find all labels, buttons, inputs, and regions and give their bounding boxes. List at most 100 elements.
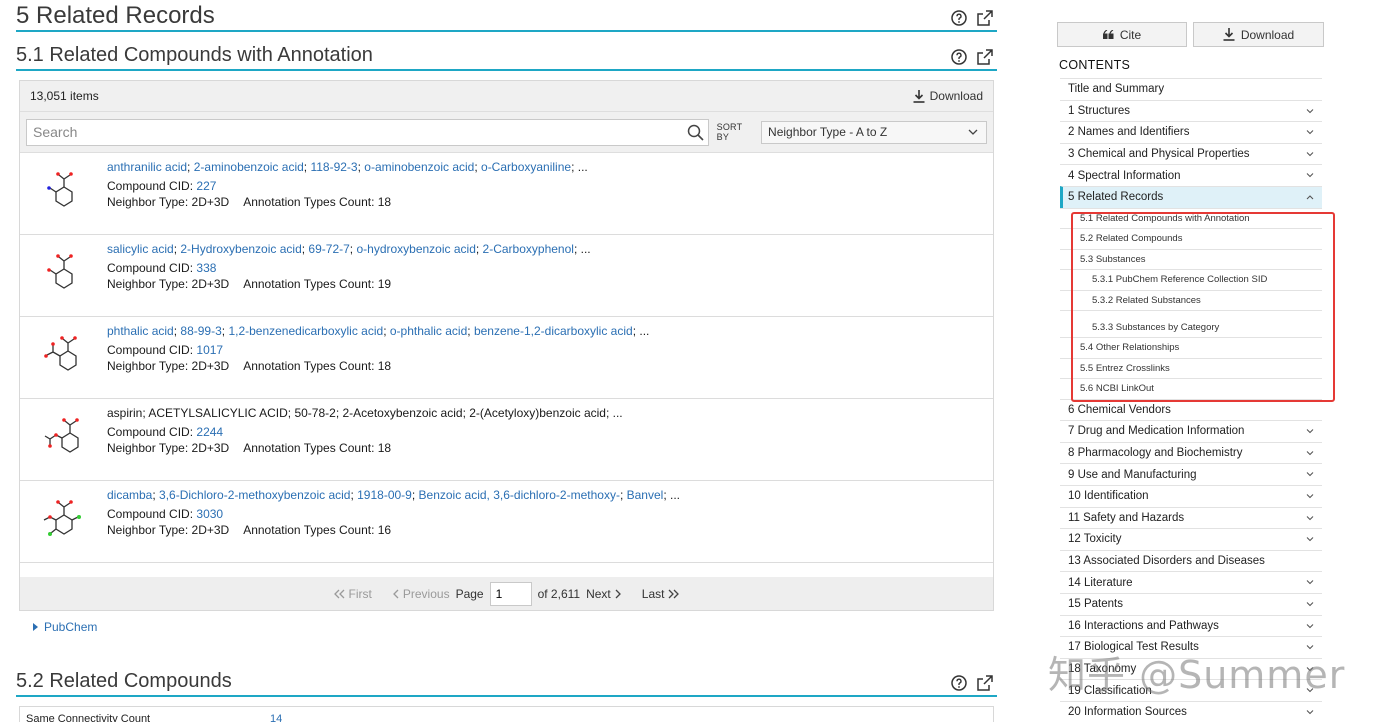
toc-item[interactable]: 13 Associated Disorders and Diseases xyxy=(1060,549,1322,572)
chevron-down-icon[interactable] xyxy=(1306,622,1314,630)
synonym-link[interactable]: 50-78-2 xyxy=(294,406,335,420)
last-page-button[interactable]: Last xyxy=(642,587,681,601)
toc-item[interactable]: 18 Taxonomy xyxy=(1060,657,1322,680)
toc-item[interactable]: 15 Patents xyxy=(1060,592,1322,615)
structure-thumbnail[interactable] xyxy=(42,495,86,539)
synonym-link[interactable]: 1918-00-9 xyxy=(357,488,412,502)
pubchem-source-link[interactable]: PubChem xyxy=(33,620,97,634)
chevron-up-icon[interactable] xyxy=(1306,193,1314,201)
synonym-link[interactable]: 2-Carboxyphenol xyxy=(483,242,574,256)
structure-thumbnail[interactable] xyxy=(42,249,86,293)
toc-subitem[interactable]: 5.3.2 Related Substances xyxy=(1060,289,1322,311)
toc-item[interactable]: 5 Related Records xyxy=(1060,185,1322,208)
toc-subitem[interactable]: 5.5 Entrez Crosslinks xyxy=(1060,357,1322,379)
synonym-link[interactable]: salicylic acid xyxy=(107,242,174,256)
toc-item[interactable]: 3 Chemical and Physical Properties xyxy=(1060,142,1322,165)
toc-subitem[interactable]: 5.3.3 Substances by Category xyxy=(1060,310,1322,337)
synonym-link[interactable]: o-aminobenzoic acid xyxy=(364,160,474,174)
chevron-down-icon[interactable] xyxy=(1306,171,1314,179)
cid-value[interactable]: 3030 xyxy=(196,507,223,521)
toc-subitem[interactable]: 5.1 Related Compounds with Annotation xyxy=(1060,207,1322,229)
next-page-button[interactable]: Next xyxy=(586,587,622,601)
toc-subitem[interactable]: 5.3 Substances xyxy=(1060,248,1322,270)
external-link-icon[interactable] xyxy=(977,10,993,26)
chevron-down-icon[interactable] xyxy=(1306,535,1314,543)
chevron-down-icon[interactable] xyxy=(1306,578,1314,586)
toc-item[interactable]: 14 Literature xyxy=(1060,571,1322,593)
synonym-link[interactable]: 1,2-benzenedicarboxylic acid xyxy=(228,324,383,338)
synonym-link[interactable]: dicamba xyxy=(107,488,152,502)
previous-page-button[interactable]: Previous xyxy=(392,587,450,601)
help-icon[interactable] xyxy=(951,10,967,26)
chevron-down-icon[interactable] xyxy=(1306,470,1314,478)
toc-item[interactable]: 17 Biological Test Results xyxy=(1060,636,1322,658)
toc-item[interactable]: 6 Chemical Vendors xyxy=(1060,398,1322,421)
structure-thumbnail[interactable] xyxy=(42,331,86,375)
help-icon[interactable] xyxy=(951,675,967,691)
external-link-icon[interactable] xyxy=(977,675,993,691)
toc-item[interactable]: 8 Pharmacology and Biochemistry xyxy=(1060,441,1322,464)
chevron-down-icon[interactable] xyxy=(1306,128,1314,136)
help-icon[interactable] xyxy=(951,49,967,65)
toc-item[interactable]: 10 Identification xyxy=(1060,484,1322,507)
chevron-down-icon[interactable] xyxy=(1306,107,1314,115)
chevron-down-icon[interactable] xyxy=(1306,686,1314,694)
external-link-icon[interactable] xyxy=(977,49,993,65)
chevron-down-icon[interactable] xyxy=(1306,514,1314,522)
chevron-down-icon[interactable] xyxy=(1306,600,1314,608)
page-number-input[interactable] xyxy=(489,581,532,606)
chevron-down-icon[interactable] xyxy=(1306,643,1314,651)
toc-subitem[interactable]: 5.3.1 PubChem Reference Collection SID xyxy=(1060,269,1322,290)
synonym-link[interactable]: o-hydroxybenzoic acid xyxy=(356,242,475,256)
synonym-link[interactable]: anthranilic acid xyxy=(107,160,187,174)
toc-item[interactable]: 20 Information Sources xyxy=(1060,700,1322,722)
row-value-link[interactable]: 14 xyxy=(270,713,282,722)
chevron-down-icon[interactable] xyxy=(1306,449,1314,457)
cite-button[interactable]: Cite xyxy=(1057,22,1187,47)
toc-item[interactable]: 2 Names and Identifiers xyxy=(1060,121,1322,143)
chevron-down-icon[interactable] xyxy=(1306,427,1314,435)
synonym-link[interactable]: 3,6-Dichloro-2-methoxybenzoic acid xyxy=(159,488,350,502)
toc-item[interactable]: 19 Classification xyxy=(1060,679,1322,701)
structure-thumbnail[interactable] xyxy=(42,167,86,211)
chevron-down-icon[interactable] xyxy=(1306,150,1314,158)
synonym-link[interactable]: phthalic acid xyxy=(107,324,174,338)
toc-item[interactable]: 4 Spectral Information xyxy=(1060,164,1322,186)
toc-subitem[interactable]: 5.6 NCBI LinkOut xyxy=(1060,378,1322,399)
synonym-link[interactable]: benzene-1,2-dicarboxylic acid xyxy=(474,324,633,338)
synonym-link[interactable]: Benzoic acid, 3,6-dichloro-2-methoxy- xyxy=(419,488,620,502)
synonym-link[interactable]: 88-99-3 xyxy=(180,324,221,338)
structure-thumbnail[interactable] xyxy=(42,413,86,457)
synonym-link[interactable]: o-Carboxyaniline xyxy=(481,160,571,174)
synonym-link[interactable]: Banvel xyxy=(627,488,664,502)
search-input[interactable] xyxy=(33,124,673,140)
toc-item[interactable]: 1 Structures xyxy=(1060,99,1322,122)
synonym-link[interactable]: ACETYLSALICYLIC ACID xyxy=(148,406,287,420)
first-page-button[interactable]: First xyxy=(333,587,372,601)
synonym-link[interactable]: 2-aminobenzoic acid xyxy=(194,160,304,174)
toc-item[interactable]: 16 Interactions and Pathways xyxy=(1060,614,1322,637)
cid-value[interactable]: 338 xyxy=(196,261,216,275)
synonym-link[interactable]: 2-Acetoxybenzoic acid xyxy=(342,406,462,420)
table-download-button[interactable]: Download xyxy=(913,89,983,103)
synonym-link[interactable]: 118-92-3 xyxy=(310,160,357,174)
chevron-down-icon[interactable] xyxy=(1306,708,1314,716)
toc-item[interactable]: 12 Toxicity xyxy=(1060,528,1322,550)
search-icon[interactable] xyxy=(687,124,704,141)
toc-subitem[interactable]: 5.2 Related Compounds xyxy=(1060,228,1322,249)
toc-item[interactable]: 7 Drug and Medication Information xyxy=(1060,420,1322,442)
toc-subitem[interactable]: 5.4 Other Relationships xyxy=(1060,337,1322,358)
cid-value[interactable]: 2244 xyxy=(196,425,223,439)
toc-item[interactable]: 11 Safety and Hazards xyxy=(1060,506,1322,529)
cid-value[interactable]: 1017 xyxy=(196,343,223,357)
synonym-link[interactable]: 2-Hydroxybenzoic acid xyxy=(180,242,301,256)
synonym-link[interactable]: 2-(Acetyloxy)benzoic acid xyxy=(469,406,606,420)
synonym-link[interactable]: aspirin xyxy=(107,406,142,420)
synonym-link[interactable]: o-phthalic acid xyxy=(390,324,467,338)
chevron-down-icon[interactable] xyxy=(1306,665,1314,673)
toc-item[interactable]: 9 Use and Manufacturing xyxy=(1060,463,1322,485)
synonym-link[interactable]: 69-72-7 xyxy=(308,242,349,256)
toc-item[interactable]: Title and Summary xyxy=(1060,78,1322,100)
sidebar-download-button[interactable]: Download xyxy=(1193,22,1324,47)
cid-value[interactable]: 227 xyxy=(196,179,216,193)
